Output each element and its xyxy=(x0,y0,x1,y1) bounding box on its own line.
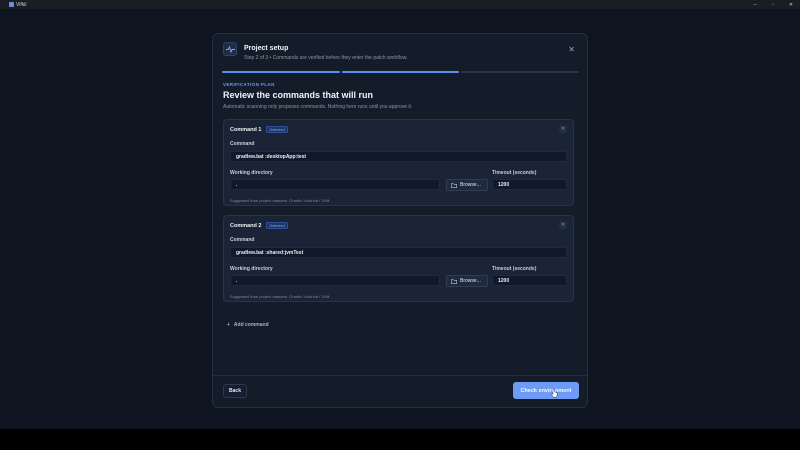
timeout-input[interactable]: 1200 xyxy=(492,179,567,190)
working-directory-input[interactable]: . xyxy=(230,275,440,286)
maximize-icon[interactable]: ▫ xyxy=(764,0,782,9)
window-controls: – ▫ ✕ xyxy=(746,0,800,9)
remove-command-icon[interactable]: ✕ xyxy=(559,221,567,229)
add-command-label: Add command xyxy=(233,322,269,328)
browse-button[interactable]: Browse... xyxy=(446,275,488,287)
command-card-2: Command 2 Detected ✕ Command gradlew.bat… xyxy=(223,215,574,302)
window-titlebar: Vifkil – ▫ ✕ xyxy=(0,0,800,9)
command-hint: Suggested from project markers: Gradle /… xyxy=(230,198,331,203)
folder-icon xyxy=(451,278,457,284)
browse-button[interactable]: Browse... xyxy=(446,179,488,191)
dialog-header: Project setup Step 2 of 3 • Commands are… xyxy=(223,42,408,61)
command-title: Command 1 xyxy=(230,126,262,133)
command-card-1: Command 1 Detected ✕ Command gradlew.bat… xyxy=(223,119,574,206)
browse-label: Browse... xyxy=(460,278,481,284)
timeout-label: Timeout (seconds) xyxy=(492,266,537,272)
remove-command-icon[interactable]: ✕ xyxy=(559,125,567,133)
command-input[interactable]: gradlew.bat :desktopApp:test xyxy=(230,151,567,162)
activity-icon xyxy=(223,42,237,56)
step-progress xyxy=(222,71,580,73)
command-label: Command xyxy=(230,237,255,243)
timeout-label: Timeout (seconds) xyxy=(492,170,537,176)
footer-divider xyxy=(213,375,587,376)
detected-badge: Detected xyxy=(266,126,288,133)
working-directory-label: Working directory xyxy=(230,170,273,176)
app-logo-icon xyxy=(9,2,14,7)
plus-icon: + xyxy=(227,322,230,328)
step-1-bar xyxy=(222,71,340,73)
command-hint: Suggested from project markers: Gradle /… xyxy=(230,294,331,299)
command-input[interactable]: gradlew.bat :shared:jvmTest xyxy=(230,247,567,258)
command-card-header: Command 2 Detected xyxy=(230,222,288,229)
window-title: Vifkil xyxy=(9,2,26,8)
section-overline: VERIFICATION PLAN xyxy=(223,82,275,87)
working-directory-input[interactable]: . xyxy=(230,179,440,190)
bottom-bar xyxy=(0,429,800,450)
close-icon[interactable]: ✕ xyxy=(568,46,575,54)
section-description: Automatic scanning only proposes command… xyxy=(223,104,413,110)
timeout-input[interactable]: 1200 xyxy=(492,275,567,286)
add-command-button[interactable]: + Add command xyxy=(227,322,269,328)
mouse-cursor-icon xyxy=(551,389,558,398)
command-title: Command 2 xyxy=(230,222,262,229)
window-title-text: Vifkil xyxy=(16,1,27,8)
check-environment-button[interactable]: Check environment xyxy=(513,382,579,399)
project-setup-dialog: Project setup Step 2 of 3 • Commands are… xyxy=(212,33,588,408)
back-button[interactable]: Back xyxy=(223,384,247,398)
section-heading: Review the commands that will run xyxy=(223,90,374,100)
window-close-icon[interactable]: ✕ xyxy=(782,0,800,9)
folder-icon xyxy=(451,182,457,188)
dialog-subtitle: Step 2 of 3 • Commands are verified befo… xyxy=(244,55,408,61)
step-3-bar xyxy=(461,71,580,73)
command-label: Command xyxy=(230,141,255,147)
step-2-bar xyxy=(341,71,460,73)
working-directory-label: Working directory xyxy=(230,266,273,272)
dialog-title: Project setup xyxy=(244,45,289,52)
minimize-icon[interactable]: – xyxy=(746,0,764,9)
browse-label: Browse... xyxy=(460,182,481,188)
command-card-header: Command 1 Detected xyxy=(230,126,288,133)
detected-badge: Detected xyxy=(266,222,288,229)
